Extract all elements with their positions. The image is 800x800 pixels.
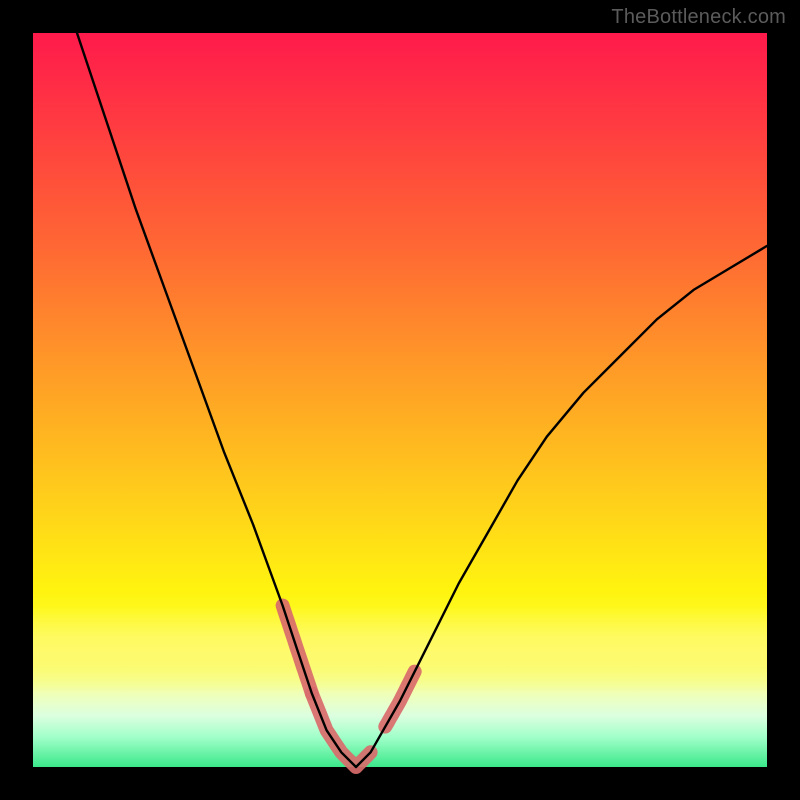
plot-area — [33, 33, 767, 767]
highlight-layer — [283, 606, 415, 768]
chart-frame: TheBottleneck.com — [0, 0, 800, 800]
main-curve-path — [77, 33, 767, 767]
bottleneck-curve — [33, 33, 767, 767]
highlight-segment — [312, 694, 371, 767]
watermark-text: TheBottleneck.com — [611, 6, 786, 29]
